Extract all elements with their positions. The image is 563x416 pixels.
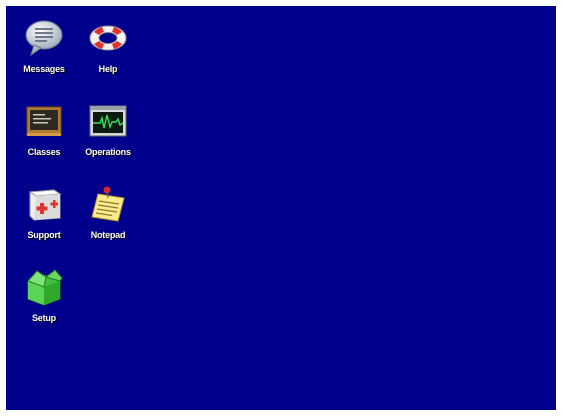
desktop-icon-label: Help [98,64,118,74]
desktop-icon-help[interactable]: Help [76,12,140,82]
desktop-icon-operations[interactable]: Operations [76,95,140,165]
desktop: Messages Help Classes Operations Support… [6,6,556,410]
desktop-icon-messages[interactable]: Messages [12,12,76,82]
first-aid-kit-icon [28,189,62,221]
heart-monitor-icon [89,105,127,137]
desktop-icon-label: Classes [27,147,61,157]
notepad-icon [91,186,125,222]
desktop-icon-label: Setup [31,313,56,323]
desktop-icon-label: Support [27,230,61,240]
speech-bubble-icon [25,20,63,57]
desktop-icon-label: Notepad [90,230,126,240]
desktop-icon-label: Operations [85,147,131,157]
desktop-icon-notepad[interactable]: Notepad [76,178,140,248]
desktop-icon-label: Messages [23,64,65,74]
desktop-icon-setup[interactable]: Setup [12,261,76,331]
desktop-icon-classes[interactable]: Classes [12,95,76,165]
desktop-icon-support[interactable]: Support [12,178,76,248]
chalkboard-icon [26,106,62,136]
lifebuoy-icon [89,25,127,51]
green-box-icon [27,269,63,306]
